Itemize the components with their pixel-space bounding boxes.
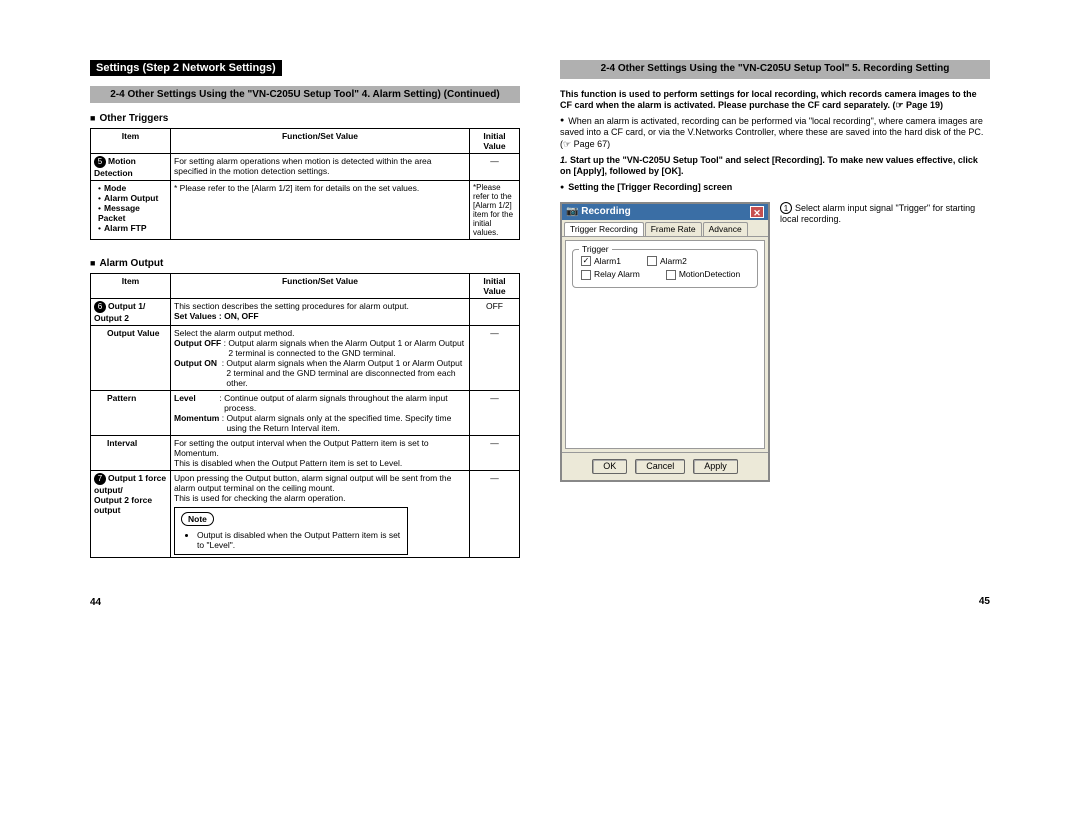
- tab-trigger-recording[interactable]: Trigger Recording: [564, 222, 644, 236]
- other-triggers-head: Other Triggers: [90, 113, 520, 124]
- row-item-bullets: Mode Alarm Output Message Packet Alarm F…: [94, 183, 167, 233]
- table-row: Interval For setting the output interval…: [91, 436, 520, 471]
- table-row: Output Value Select the alarm output met…: [91, 326, 520, 391]
- text: Select the alarm output method.: [174, 328, 466, 338]
- intro-bullet: When an alarm is activated, recording ca…: [560, 116, 990, 150]
- text: Setting the [Trigger Recording] screen: [568, 182, 732, 192]
- setting-head: Setting the [Trigger Recording] screen: [560, 182, 990, 193]
- row-item: Output Value: [107, 328, 159, 338]
- th-func: Function/Set Value: [171, 274, 470, 299]
- row-func: Level : Continue output of alarm signals…: [171, 391, 470, 436]
- page-number: 45: [979, 596, 990, 609]
- right-page: 2-4 Other Settings Using the "VN-C205U S…: [560, 60, 990, 558]
- row-func: Upon pressing the Output button, alarm s…: [171, 471, 470, 558]
- apply-button[interactable]: Apply: [693, 459, 738, 474]
- text: Output alarm signals when the Alarm Outp…: [228, 338, 466, 358]
- th-func: Function/Set Value: [171, 129, 470, 154]
- annotation: 1Select alarm input signal "Trigger" for…: [780, 202, 980, 483]
- chk-label: Relay Alarm: [594, 269, 640, 280]
- tab-frame-rate[interactable]: Frame Rate: [645, 222, 702, 236]
- row-init: —: [470, 326, 520, 391]
- row-item: Interval: [107, 438, 137, 448]
- checkbox-relay-alarm[interactable]: Relay Alarm: [581, 269, 640, 280]
- chk-label: Alarm2: [660, 256, 687, 267]
- step-text: Start up the "VN-C205U Setup Tool" and s…: [560, 155, 978, 176]
- row-init: —: [470, 154, 520, 181]
- text: When an alarm is activated, recording ca…: [560, 116, 983, 149]
- tab-advance[interactable]: Advance: [703, 222, 748, 236]
- note-label: Note: [181, 512, 214, 526]
- text: Set Values : ON, OFF: [174, 311, 259, 321]
- row-func: * Please refer to the [Alarm 1/2] item f…: [171, 181, 470, 240]
- row-func: This section describes the setting proce…: [171, 299, 470, 326]
- table-row: 5Motion Detection For setting alarm oper…: [91, 154, 520, 181]
- checkbox-motion-detection[interactable]: MotionDetection: [666, 269, 740, 280]
- row-num: 7: [94, 473, 106, 485]
- table-row: 7Output 1 force output/ Output 2 force o…: [91, 471, 520, 558]
- step1: 1. Start up the "VN-C205U Setup Tool" an…: [560, 155, 990, 178]
- row-init: —: [470, 436, 520, 471]
- page-number: 44: [90, 597, 101, 608]
- text: Continue output of alarm signals through…: [224, 393, 466, 413]
- table-row: 6Output 1/ Output 2 This section describ…: [91, 299, 520, 326]
- table-row: Pattern Level : Continue output of alarm…: [91, 391, 520, 436]
- recording-dialog: 📷 Recording ✕ Trigger Recording Frame Ra…: [560, 202, 770, 483]
- right-graybar: 2-4 Other Settings Using the "VN-C205U S…: [560, 60, 990, 79]
- text: Output alarm signals when the Alarm Outp…: [226, 358, 466, 388]
- intro-bold: This function is used to perform setting…: [560, 89, 990, 112]
- chk-label: Alarm1: [594, 256, 621, 267]
- dialog-tabs: Trigger Recording Frame Rate Advance: [562, 220, 768, 237]
- left-page: Settings (Step 2 Network Settings) 2-4 O…: [90, 60, 520, 558]
- th-item: Item: [91, 129, 171, 154]
- table-row: Mode Alarm Output Message Packet Alarm F…: [91, 181, 520, 240]
- dialog-buttons: OK Cancel Apply: [562, 452, 768, 480]
- th-init: Initial Value: [470, 129, 520, 154]
- bullet: Message Packet: [98, 203, 140, 223]
- row-init: OFF: [470, 299, 520, 326]
- text: This section describes the setting proce…: [174, 301, 409, 311]
- bullet: Mode: [104, 183, 126, 193]
- close-icon[interactable]: ✕: [750, 206, 764, 218]
- text: Upon pressing the Output button, alarm s…: [174, 473, 466, 503]
- dialog-titlebar: 📷 Recording ✕: [562, 204, 768, 221]
- dialog-title: Recording: [581, 206, 630, 217]
- bullet: Alarm Output: [104, 193, 158, 203]
- annot-text: Select alarm input signal "Trigger" for …: [780, 203, 975, 225]
- row-func: For setting alarm operations when motion…: [171, 154, 470, 181]
- text: Output alarm signals only at the specifi…: [226, 413, 466, 433]
- row-func: Select the alarm output method. Output O…: [171, 326, 470, 391]
- fieldset-legend: Trigger: [579, 244, 612, 255]
- step-num: 1.: [560, 155, 568, 165]
- checkbox-alarm2[interactable]: Alarm2: [647, 256, 687, 267]
- dialog-body: Trigger ✓Alarm1 Alarm2 Relay Alarm Motio…: [565, 240, 765, 449]
- note-text: Output is disabled when the Output Patte…: [197, 530, 401, 550]
- row-init: *Please refer to the [Alarm 1/2] item fo…: [470, 181, 520, 240]
- row-num: 5: [94, 156, 106, 168]
- chk-label: MotionDetection: [679, 269, 740, 280]
- row-num: 6: [94, 301, 106, 313]
- page-section-header: Settings (Step 2 Network Settings): [90, 60, 282, 76]
- row-item: Pattern: [107, 393, 136, 403]
- annot-num: 1: [780, 202, 792, 214]
- row-func: For setting the output interval when the…: [171, 436, 470, 471]
- bullet: Alarm FTP: [104, 223, 147, 233]
- th-init: Initial Value: [470, 274, 520, 299]
- ok-button[interactable]: OK: [592, 459, 627, 474]
- other-triggers-table: Item Function/Set Value Initial Value 5M…: [90, 128, 520, 240]
- checkbox-alarm1[interactable]: ✓Alarm1: [581, 256, 621, 267]
- cancel-button[interactable]: Cancel: [635, 459, 685, 474]
- alarm-output-table: Item Function/Set Value Initial Value 6O…: [90, 273, 520, 558]
- trigger-fieldset: Trigger ✓Alarm1 Alarm2 Relay Alarm Motio…: [572, 249, 758, 288]
- alarm-output-head: Alarm Output: [90, 258, 520, 269]
- row-init: —: [470, 391, 520, 436]
- left-graybar: 2-4 Other Settings Using the "VN-C205U S…: [90, 86, 520, 103]
- row-init: —: [470, 471, 520, 558]
- th-item: Item: [91, 274, 171, 299]
